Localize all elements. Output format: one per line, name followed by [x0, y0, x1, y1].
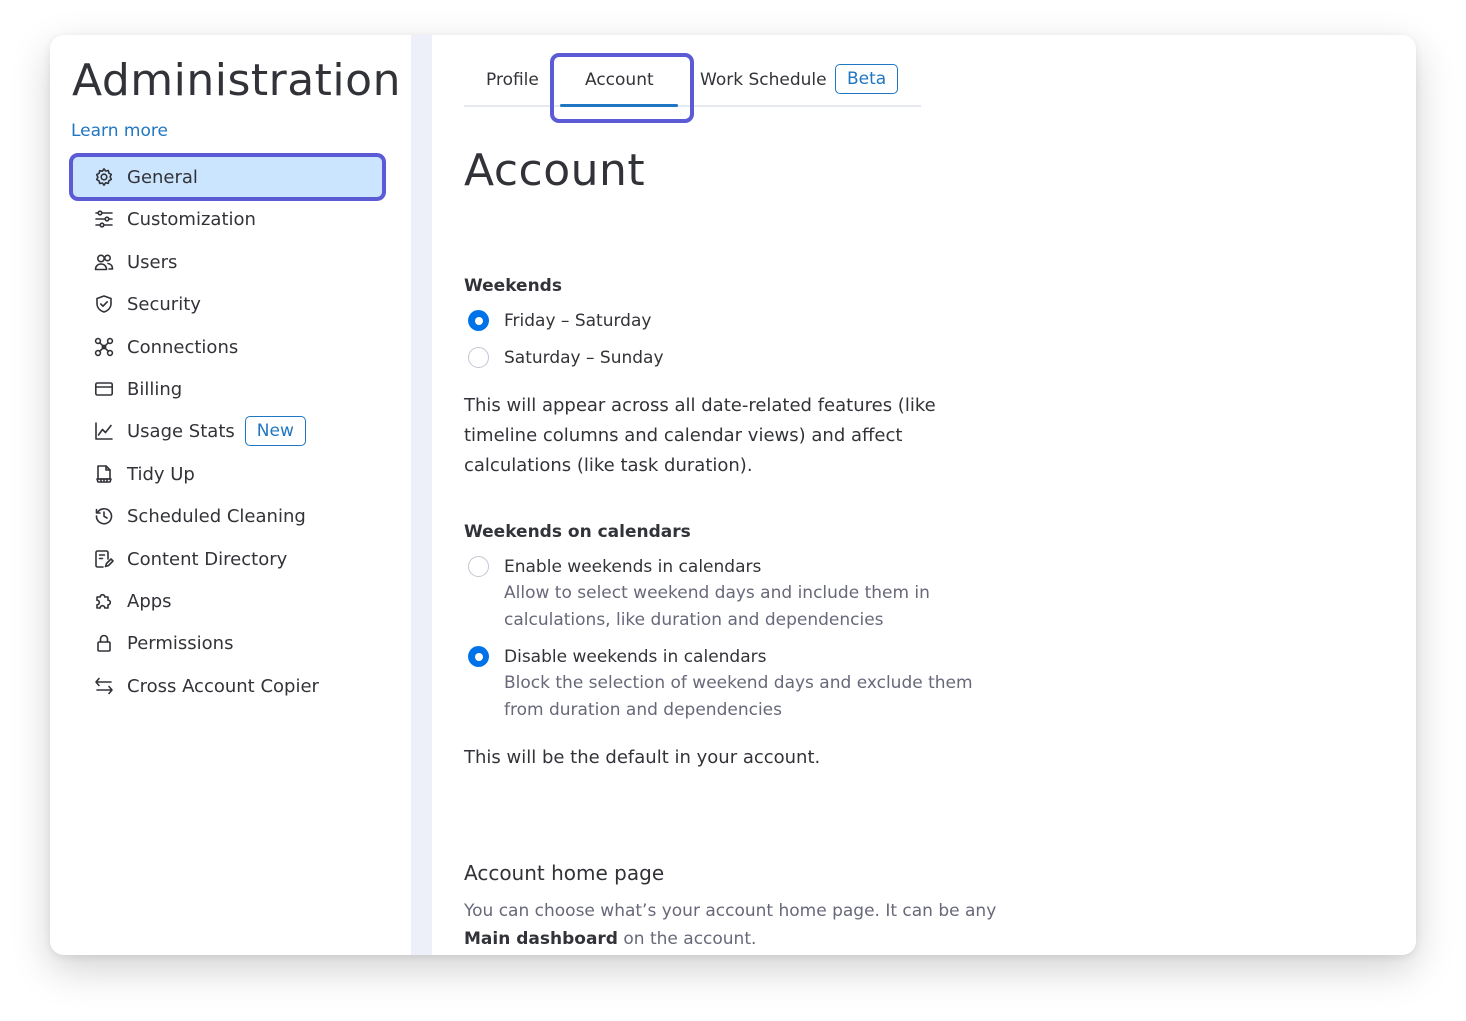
sidebar-item-label: Content Directory	[127, 548, 288, 570]
radio-button[interactable]	[468, 347, 489, 368]
sidebar-item-content-directory[interactable]: Content Directory	[94, 541, 287, 577]
sidebar-item-billing[interactable]: Billing	[94, 371, 182, 407]
sidebar-item-label: Permissions	[127, 632, 234, 654]
sidebar-item-connections[interactable]: Connections	[94, 329, 238, 365]
sidebar-item-general[interactable]: General	[94, 159, 198, 195]
users-icon	[94, 252, 114, 272]
sidebar-item-apps[interactable]: Apps	[94, 583, 172, 619]
radio-label: Disable weekends in calendars	[504, 647, 767, 667]
gear-icon	[94, 167, 114, 187]
sidebar-item-label: Scheduled Cleaning	[127, 505, 306, 527]
sidebar-item-label: Usage Stats	[127, 420, 235, 442]
admin-window: Administration Learn more General Custom…	[50, 35, 1416, 955]
learn-more-link[interactable]: Learn more	[71, 121, 168, 141]
tidy-up-icon	[94, 464, 114, 484]
clock-history-icon	[94, 506, 114, 526]
radio-button[interactable]	[468, 556, 489, 577]
home-desc-prefix: You can choose what’s your account home …	[464, 901, 997, 921]
page-title: Account	[464, 145, 646, 196]
home-page-title: Account home page	[464, 861, 665, 885]
sidebar-item-tidy-up[interactable]: Tidy Up	[94, 456, 195, 492]
sidebar-item-cross-account-copier[interactable]: Cross Account Copier	[94, 668, 319, 704]
shield-icon	[94, 294, 114, 314]
weekends-calendars-label: Weekends on calendars	[464, 522, 691, 542]
radio-friday-saturday[interactable]: Friday – Saturday	[468, 309, 651, 333]
weekends-label: Weekends	[464, 276, 562, 296]
sidebar-title: Administration	[72, 55, 401, 106]
sidebar-item-customization[interactable]: Customization	[94, 201, 256, 237]
sidebar: Administration Learn more General Custom…	[50, 35, 411, 955]
main-content: Profile Account Work Schedule Beta Accou…	[432, 35, 1416, 955]
sidebar-item-label: Tidy Up	[127, 463, 195, 485]
new-badge: New	[244, 416, 306, 446]
sidebar-item-label: Cross Account Copier	[127, 675, 319, 697]
puzzle-icon	[94, 591, 114, 611]
radio-description: Block the selection of weekend days and …	[504, 673, 973, 720]
highlight-outline-account-tab	[550, 53, 694, 123]
sidebar-item-label: Apps	[127, 590, 172, 612]
lock-icon	[94, 633, 114, 653]
sidebar-item-scheduled-cleaning[interactable]: Scheduled Cleaning	[94, 498, 306, 534]
connections-icon	[94, 337, 114, 357]
content-directory-icon	[94, 549, 114, 569]
radio-enable-weekends[interactable]: Enable weekends in calendars Allow to se…	[468, 555, 974, 633]
sidebar-item-security[interactable]: Security	[94, 286, 201, 322]
sliders-icon	[94, 209, 114, 229]
sidebar-item-label: Billing	[127, 378, 183, 400]
tab-work-schedule[interactable]: Work Schedule	[700, 70, 827, 90]
radio-disable-weekends[interactable]: Disable weekends in calendars Block the …	[468, 645, 974, 723]
sidebar-item-users[interactable]: Users	[94, 244, 177, 280]
sidebar-item-label: Security	[127, 293, 201, 315]
calendar-default-note: This will be the default in your account…	[464, 747, 821, 768]
sidebar-item-label: General	[127, 166, 198, 188]
beta-badge: Beta	[835, 64, 899, 94]
radio-button-checked[interactable]	[468, 310, 489, 331]
credit-card-icon	[94, 379, 114, 399]
panel-divider	[411, 35, 432, 955]
sidebar-item-label: Users	[127, 251, 178, 273]
radio-label: Friday – Saturday	[504, 311, 652, 331]
radio-saturday-sunday[interactable]: Saturday – Sunday	[468, 346, 664, 370]
sidebar-item-usage-stats[interactable]: Usage Stats New	[94, 413, 306, 449]
swap-arrows-icon	[94, 676, 114, 696]
radio-label: Enable weekends in calendars	[504, 557, 762, 577]
sidebar-item-label: Connections	[127, 336, 239, 358]
radio-label: Saturday – Sunday	[504, 348, 664, 368]
radio-description: Allow to select weekend days and include…	[504, 583, 930, 630]
home-desc-suffix: on the account.	[623, 929, 757, 949]
sidebar-item-permissions[interactable]: Permissions	[94, 625, 233, 661]
radio-button-checked[interactable]	[468, 646, 489, 667]
weekends-note: This will appear across all date-related…	[464, 395, 936, 476]
home-page-description: You can choose what’s your account home …	[464, 897, 1004, 953]
chart-line-icon	[94, 421, 114, 441]
main-dashboard-text: Main dashboard	[464, 929, 618, 949]
sidebar-item-label: Customization	[127, 208, 256, 230]
tab-profile[interactable]: Profile	[486, 70, 539, 90]
